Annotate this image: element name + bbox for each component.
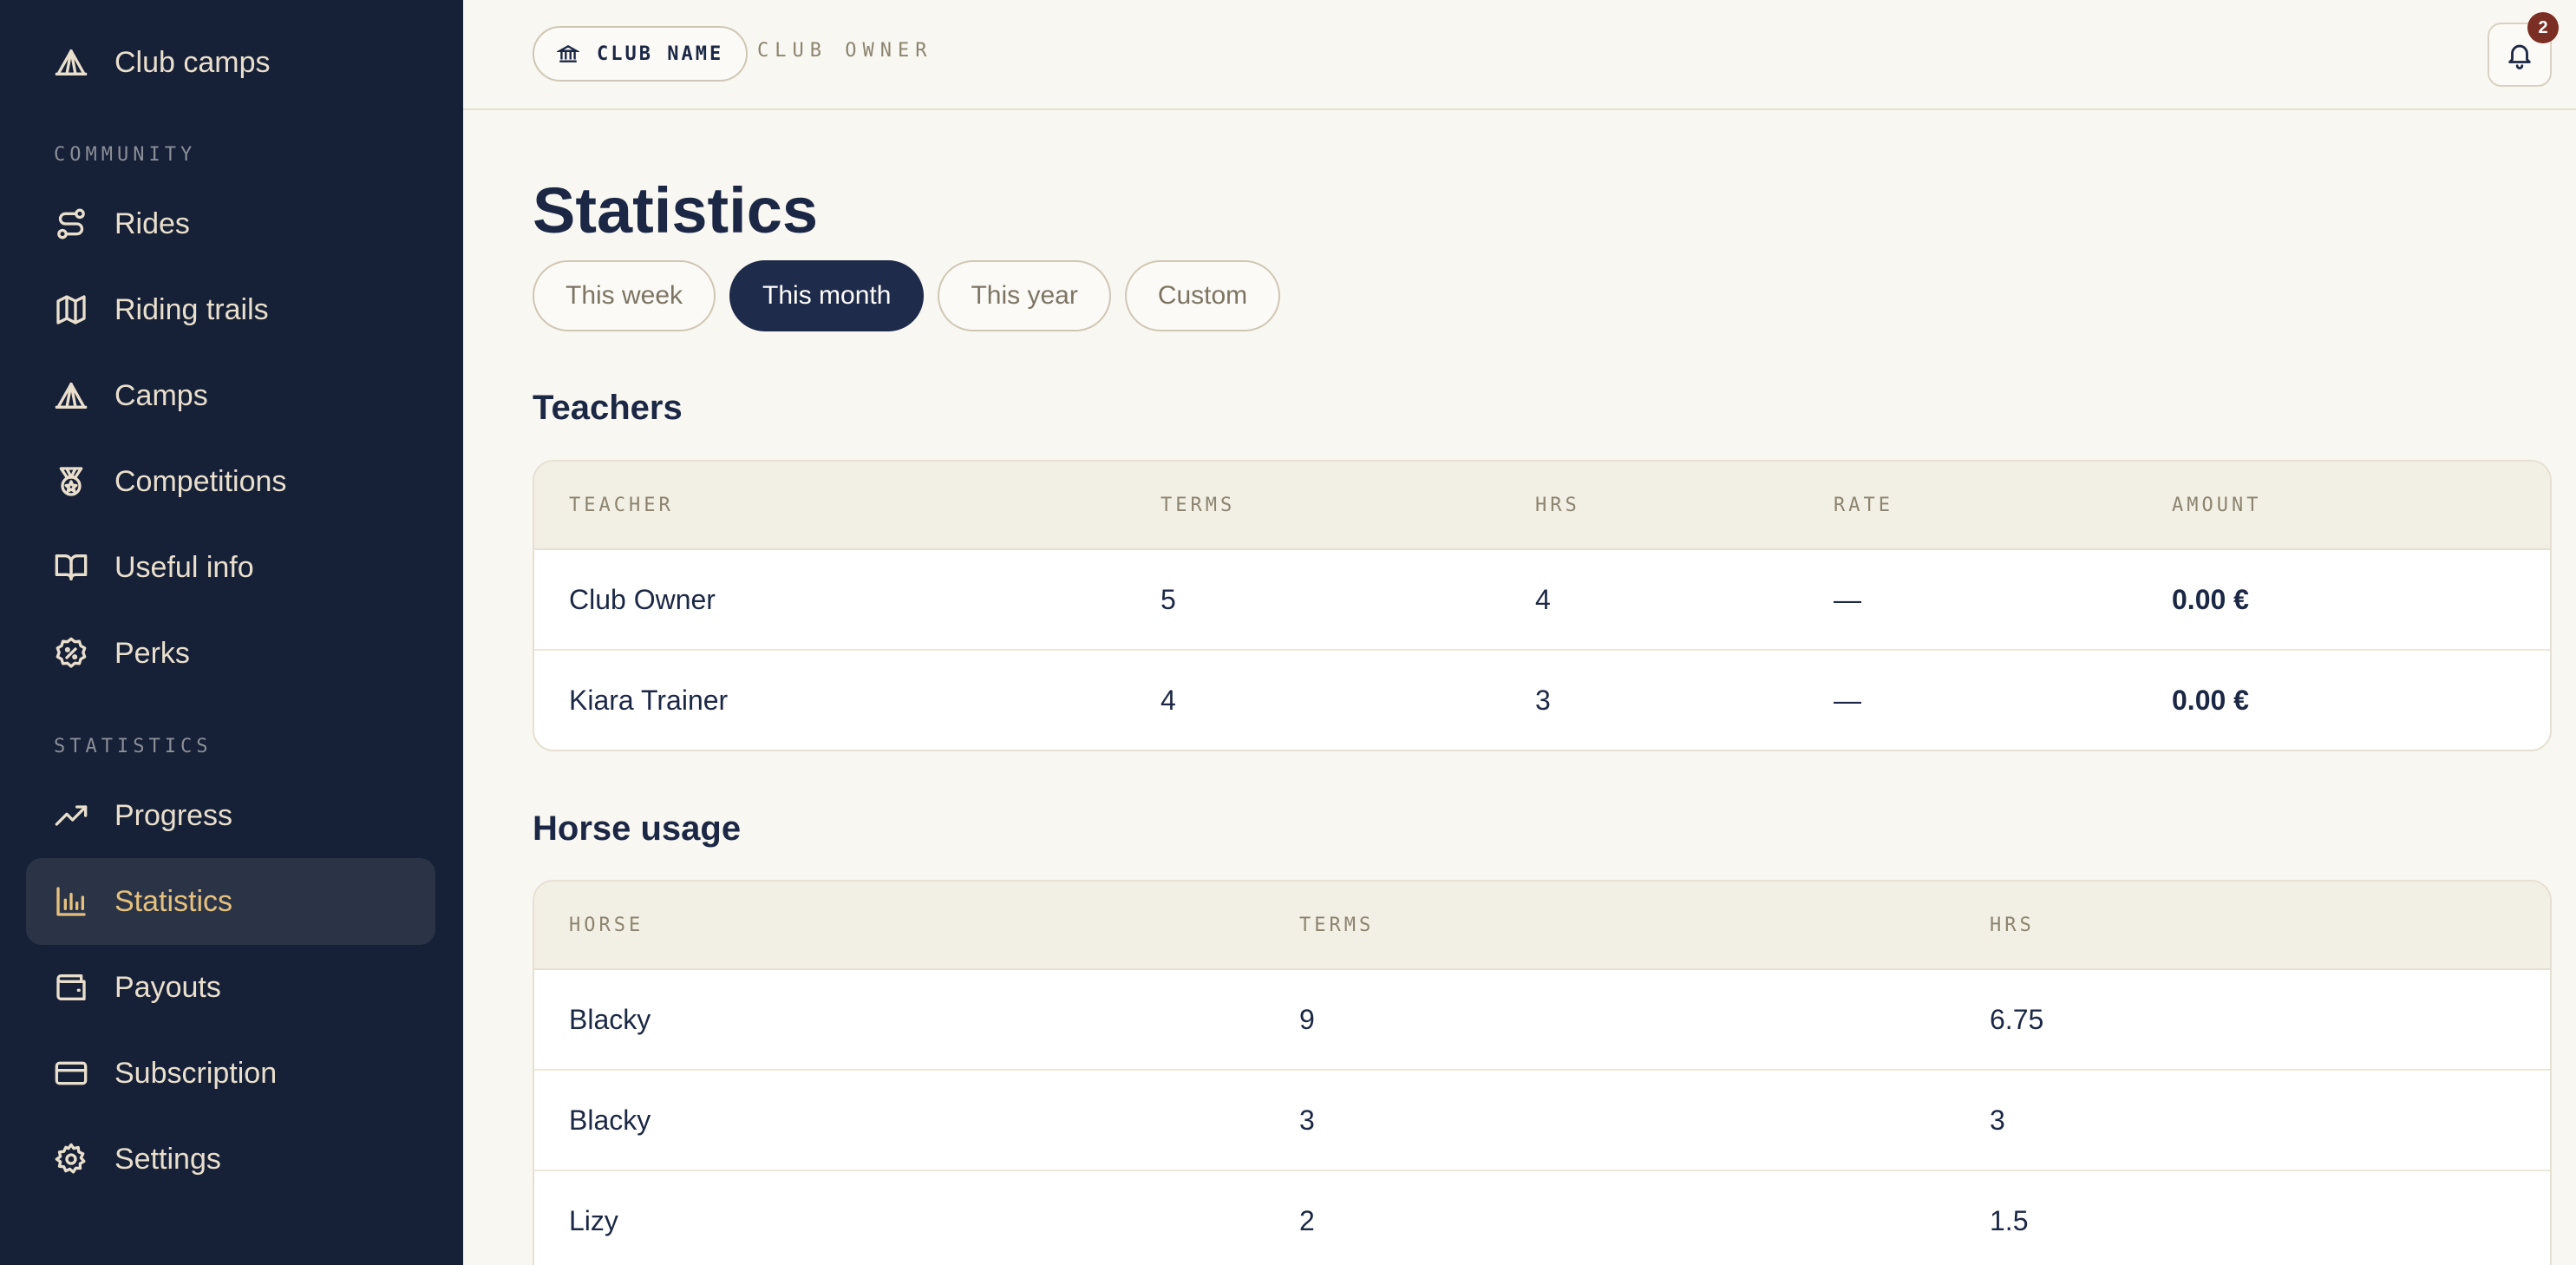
cell-amount: 0.00 €	[2172, 685, 2249, 716]
route-icon	[54, 206, 88, 241]
medal-icon	[54, 464, 88, 499]
cell-horse: Blacky	[569, 1004, 651, 1035]
period-filter-group: This week This month This year Custom	[533, 260, 1281, 331]
tent-icon	[54, 45, 88, 80]
club-selector[interactable]: CLUB NAME	[533, 26, 749, 82]
column-header-amount: AMOUNT	[2172, 495, 2262, 516]
sidebar-item-label: Club camps	[114, 45, 271, 79]
cell-terms: 9	[1299, 1004, 1315, 1035]
column-header-hrs: HRS	[1990, 914, 2035, 936]
table-header: TEACHER TERMS HRS RATE AMOUNT	[534, 462, 2550, 550]
sidebar-item-riding-trails[interactable]: Riding trails	[26, 266, 435, 353]
page-title: Statistics	[533, 174, 819, 246]
cell-rate: —	[1834, 685, 1861, 716]
notification-count-badge: 2	[2527, 12, 2559, 43]
teachers-section-title: Teachers	[533, 389, 683, 427]
club-name: CLUB NAME	[597, 43, 724, 65]
sidebar-item-label: Progress	[114, 798, 233, 832]
sidebar-item-label: Settings	[114, 1142, 221, 1176]
wallet-icon	[54, 970, 88, 1005]
sidebar-item-label: Riding trails	[114, 292, 269, 326]
tent-icon	[54, 378, 88, 413]
gear-icon	[54, 1142, 88, 1177]
teachers-table: TEACHER TERMS HRS RATE AMOUNT Club Owner…	[533, 460, 2552, 751]
sidebar-item-label: Useful info	[114, 550, 254, 584]
cell-hrs: 6.75	[1990, 1004, 2044, 1035]
table-row: Blacky 9 6.75	[534, 970, 2550, 1071]
sidebar-item-rides[interactable]: Rides	[26, 180, 435, 267]
sidebar-item-subscription[interactable]: Subscription	[26, 1030, 435, 1117]
cell-rate: —	[1834, 584, 1861, 615]
map-icon	[54, 292, 88, 327]
filter-this-month[interactable]: This month	[729, 260, 925, 331]
sidebar-item-label: Statistics	[114, 884, 233, 918]
sidebar-item-payouts[interactable]: Payouts	[26, 944, 435, 1031]
sidebar-item-label: Perks	[114, 636, 190, 670]
trending-up-icon	[54, 798, 88, 833]
cell-amount: 0.00 €	[2172, 584, 2249, 615]
cell-terms: 2	[1299, 1205, 1315, 1236]
cell-horse: Blacky	[569, 1104, 651, 1136]
column-header-terms: TERMS	[1161, 495, 1236, 516]
cell-hrs: 1.5	[1990, 1205, 2029, 1236]
filter-custom[interactable]: Custom	[1124, 260, 1281, 331]
column-header-teacher: TEACHER	[569, 495, 674, 516]
filter-this-year[interactable]: This year	[938, 260, 1111, 331]
sidebar-item-camps[interactable]: Camps	[26, 352, 435, 439]
credit-card-icon	[54, 1056, 88, 1091]
cell-hrs: 3	[1990, 1104, 2005, 1136]
sidebar-item-club-camps[interactable]: Club camps	[26, 19, 435, 106]
cell-terms: 5	[1161, 584, 1176, 615]
sidebar-item-perks[interactable]: Perks	[26, 610, 435, 697]
table-row: Blacky 3 3	[534, 1071, 2550, 1171]
column-header-terms: TERMS	[1299, 914, 1375, 936]
sidebar: Club camps COMMUNITY Rides Riding trails…	[0, 0, 463, 1265]
bell-icon	[2505, 40, 2534, 69]
discount-badge-icon	[54, 636, 88, 671]
top-bar: CLUB NAME CLUB OWNER 2	[463, 0, 2576, 110]
cell-hrs: 3	[1535, 685, 1551, 716]
section-label-community: COMMUNITY	[54, 144, 197, 166]
sidebar-item-progress[interactable]: Progress	[26, 772, 435, 859]
cell-terms: 3	[1299, 1104, 1315, 1136]
sidebar-item-label: Camps	[114, 378, 208, 412]
book-open-icon	[54, 550, 88, 585]
sidebar-item-label: Rides	[114, 206, 190, 240]
table-row: Lizy 2 1.5	[534, 1171, 2550, 1265]
sidebar-item-useful-info[interactable]: Useful info	[26, 524, 435, 611]
cell-terms: 4	[1161, 685, 1176, 716]
horse-usage-section-title: Horse usage	[533, 809, 742, 848]
bar-chart-icon	[54, 884, 88, 919]
filter-this-week[interactable]: This week	[533, 260, 716, 331]
table-header: HORSE TERMS HRS	[534, 882, 2550, 970]
cell-teacher: Kiara Trainer	[569, 685, 729, 716]
cell-hrs: 4	[1535, 584, 1551, 615]
table-row: Kiara Trainer 4 3 — 0.00 €	[534, 651, 2550, 750]
sidebar-item-label: Subscription	[114, 1056, 278, 1090]
section-label-statistics: STATISTICS	[54, 736, 212, 757]
sidebar-item-label: Competitions	[114, 464, 287, 498]
bank-icon	[555, 43, 581, 65]
column-header-horse: HORSE	[569, 914, 644, 936]
cell-horse: Lizy	[569, 1205, 618, 1236]
sidebar-item-competitions[interactable]: Competitions	[26, 438, 435, 525]
sidebar-item-settings[interactable]: Settings	[26, 1116, 435, 1203]
role-label: CLUB OWNER	[757, 40, 933, 62]
cell-teacher: Club Owner	[569, 584, 716, 615]
column-header-hrs: HRS	[1535, 495, 1580, 516]
sidebar-item-statistics[interactable]: Statistics	[26, 858, 435, 945]
sidebar-item-label: Payouts	[114, 970, 221, 1004]
table-row: Club Owner 5 4 — 0.00 €	[534, 550, 2550, 651]
column-header-rate: RATE	[1834, 495, 1893, 516]
horse-usage-table: HORSE TERMS HRS Blacky 9 6.75 Blacky 3 3…	[533, 880, 2552, 1265]
